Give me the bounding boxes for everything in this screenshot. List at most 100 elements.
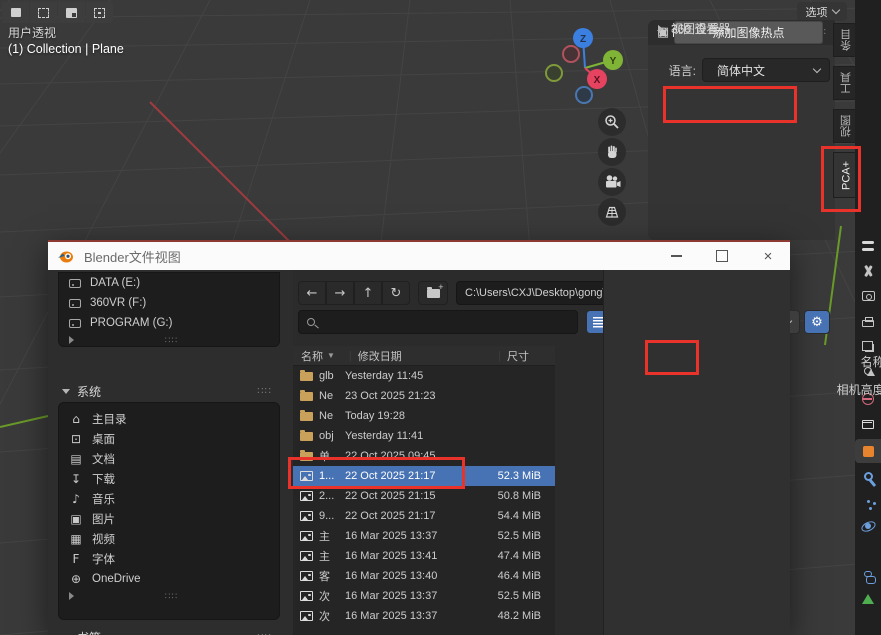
file-row[interactable]: 次 16 Mar 2025 13:37 48.2 MiB	[293, 606, 555, 626]
drive-icon	[69, 319, 81, 328]
file-row[interactable]: Ne Today 19:28	[293, 406, 555, 426]
system-folder-item[interactable]: F 字体	[59, 549, 279, 569]
file-type-icon	[300, 491, 313, 501]
sort-arrow-icon: ▼	[327, 351, 335, 360]
column-date[interactable]: 修改日期	[358, 348, 402, 364]
file-list: glb Yesterday 11:45 Ne 23 Oct 2025 21:23	[293, 366, 555, 635]
options-label: 选项	[806, 4, 828, 20]
back-icon[interactable]: ←	[298, 281, 326, 305]
circle-select-icon	[66, 8, 77, 18]
constraints-tab[interactable]	[855, 562, 881, 586]
forward-icon[interactable]: →	[326, 281, 354, 305]
volume-item[interactable]: 360VR (F:)	[59, 293, 279, 313]
system-folder-item[interactable]: ▦ 视频	[59, 529, 279, 549]
file-row[interactable]: 2... 22 Oct 2025 21:15 50.8 MiB	[293, 486, 555, 506]
tweak-select-icon	[11, 8, 21, 17]
tool-tab[interactable]	[855, 259, 881, 283]
file-type-icon	[300, 372, 313, 381]
system-folder-item[interactable]: ⊡ 桌面	[59, 429, 279, 449]
column-size[interactable]: 尺寸	[507, 348, 529, 364]
circle-select-tab[interactable]	[58, 2, 85, 23]
close-button[interactable]: ×	[748, 242, 788, 270]
camera-view-icon[interactable]	[598, 168, 626, 196]
chevron-down-icon	[813, 64, 821, 72]
minimize-button[interactable]	[656, 242, 696, 270]
search-input[interactable]	[298, 310, 578, 334]
particles-tab[interactable]	[855, 489, 881, 513]
grip-handle[interactable]: ∷∷	[257, 386, 272, 397]
annotation-box-name-input	[645, 340, 699, 375]
grip-handle[interactable]: ∷∷	[165, 591, 178, 602]
file-type-icon	[300, 611, 313, 621]
grid-ortho-icon[interactable]	[598, 198, 626, 226]
system-folder-item[interactable]: ⌂ 主目录	[59, 409, 279, 429]
system-section-header[interactable]: 系统 ∷∷	[62, 383, 280, 400]
music-icon: ♪	[69, 492, 83, 506]
file-row[interactable]: Ne 23 Oct 2025 21:23	[293, 386, 555, 406]
file-type-icon	[300, 432, 313, 441]
refresh-icon[interactable]: ↻	[382, 281, 410, 305]
file-row[interactable]: 主 16 Mar 2025 13:41 47.4 MiB	[293, 546, 555, 566]
axis-neg-x-ball	[563, 46, 579, 62]
camera-height-label: 相机高度:	[803, 381, 881, 398]
expand-arrow-icon[interactable]	[69, 592, 74, 600]
language-dropdown[interactable]: 简体中文	[702, 58, 830, 82]
collapsed-section[interactable]: 视图设置	[658, 20, 719, 37]
annotation-box-selected-file	[288, 457, 465, 489]
view-gizmo[interactable]: Z Y X	[540, 25, 630, 115]
zoom-icon[interactable]	[598, 108, 626, 136]
window-titlebar[interactable]: Blender文件视图 ×	[48, 242, 790, 270]
search-icon	[307, 318, 315, 326]
options-dropdown[interactable]: 选项	[797, 2, 847, 21]
file-browser-main: ← → ↑ ↻ C:\Users\CXJ\Desktop\gong\baoye\	[293, 270, 790, 635]
file-row[interactable]: 次 16 Mar 2025 13:37 52.5 MiB	[293, 586, 555, 606]
physics-tab[interactable]	[855, 514, 881, 538]
volume-item[interactable]: DATA (E:)	[59, 273, 279, 293]
object-data-tab[interactable]	[855, 587, 881, 611]
chevron-down-icon	[831, 6, 839, 14]
system-folder-item[interactable]: ⊕ OneDrive	[59, 569, 279, 589]
parent-dir-icon[interactable]: ↑	[354, 281, 382, 305]
system-folder-item[interactable]: ▤ 文档	[59, 449, 279, 469]
file-row[interactable]: glb Yesterday 11:45	[293, 366, 555, 386]
view-perspective-label: 用户透视	[8, 24, 56, 41]
object-tab[interactable]	[855, 439, 881, 463]
expand-arrow-icon[interactable]	[69, 336, 74, 344]
render-tab[interactable]	[855, 284, 881, 308]
documents-icon: ▤	[69, 452, 83, 466]
output-tab[interactable]	[855, 309, 881, 333]
box-select-tab[interactable]	[30, 2, 57, 23]
drive-icon	[69, 299, 81, 308]
system-folder-item[interactable]: ♪ 音乐	[59, 489, 279, 509]
file-row[interactable]: obj Yesterday 11:41	[293, 426, 555, 446]
file-row[interactable]: 客 16 Mar 2025 13:40 46.4 MiB	[293, 566, 555, 586]
blender-app-window: 用户透视 (1) Collection | Plane 选项 Z Y X P	[0, 0, 881, 635]
system-folder-item[interactable]: ▣ 图片	[59, 509, 279, 529]
browser-settings-button[interactable]: ⚙	[804, 310, 830, 334]
videos-icon: ▦	[69, 532, 83, 546]
system-folder-item[interactable]: ↧ 下载	[59, 469, 279, 489]
bookmarks-section-header[interactable]: 书签 ∷∷	[62, 629, 280, 635]
maximize-button[interactable]	[702, 242, 742, 270]
file-type-icon	[300, 551, 313, 561]
language-label: 语言:	[648, 62, 696, 79]
expand-arrow-icon	[658, 25, 663, 33]
volume-item[interactable]: PROGRAM (G:)	[59, 313, 279, 333]
file-dialog-options-panel: 名称: 01 相机高度: 1.65 ✓ 材质/世界	[603, 270, 790, 635]
modifiers-tab[interactable]	[855, 464, 881, 488]
file-type-icon	[300, 412, 313, 421]
system-box: ⌂ 主目录 ⊡ 桌面 ▤ 文档	[58, 402, 280, 620]
pan-hand-icon[interactable]	[598, 138, 626, 166]
properties-editor-tab[interactable]	[855, 234, 881, 258]
tweak-select-tab[interactable]	[2, 2, 29, 23]
file-row[interactable]: 9... 22 Oct 2025 21:17 54.4 MiB	[293, 506, 555, 526]
new-folder-button[interactable]	[418, 281, 448, 305]
file-row[interactable]: 主 16 Mar 2025 13:37 52.5 MiB	[293, 526, 555, 546]
lasso-select-tab[interactable]	[86, 2, 113, 23]
select-mode-toolbar	[2, 2, 113, 23]
grip-handle[interactable]: ∷∷	[165, 335, 178, 346]
gear-icon: ⚙	[811, 315, 823, 330]
collection-tab[interactable]	[855, 412, 881, 436]
drive-icon	[69, 279, 81, 288]
column-name[interactable]: 名称	[301, 348, 323, 364]
